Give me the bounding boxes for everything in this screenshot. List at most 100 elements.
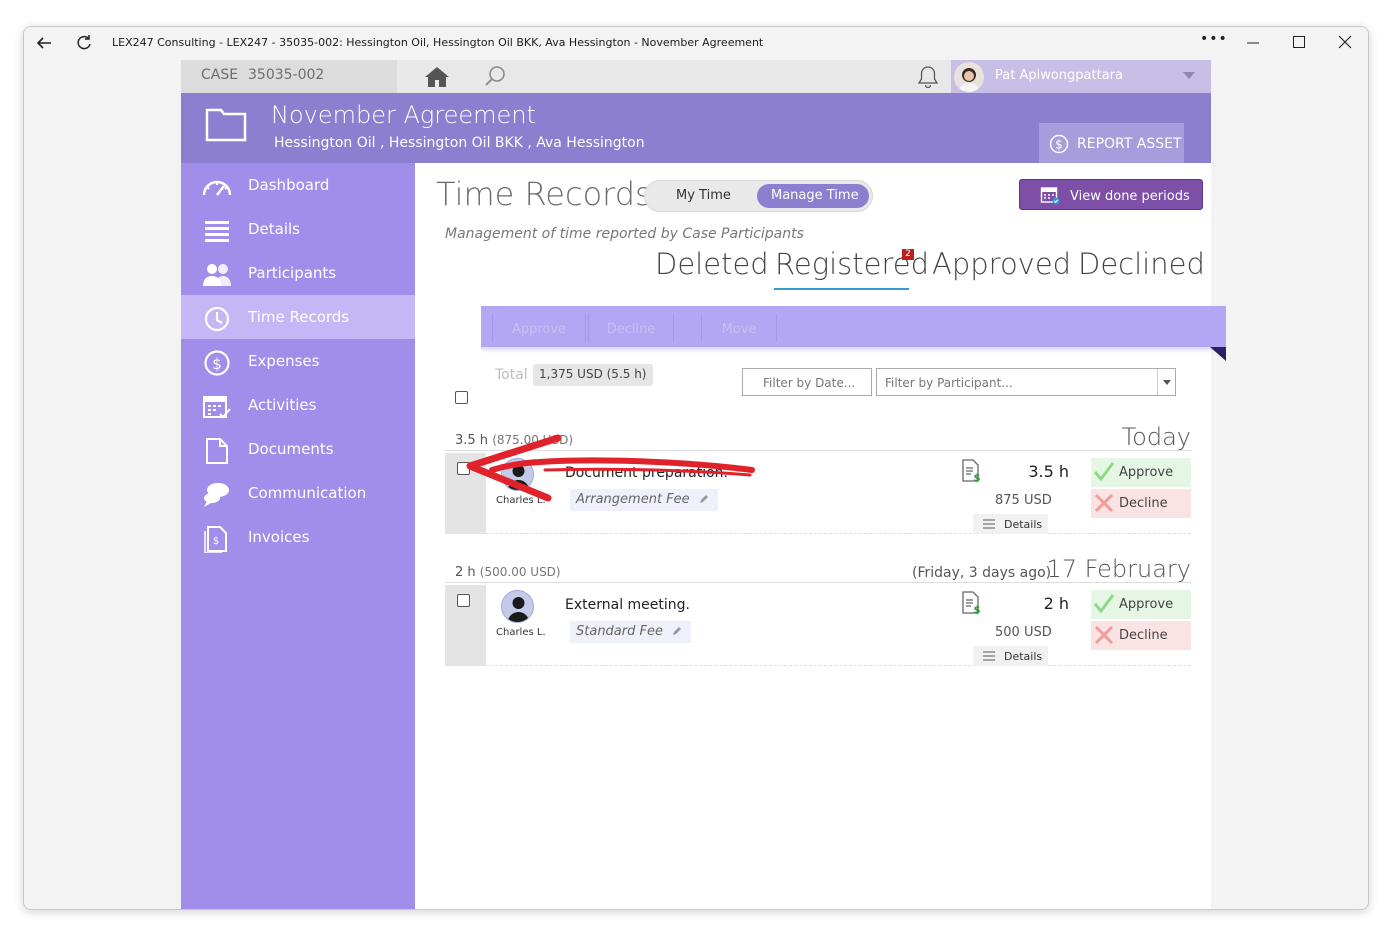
group-date: 17 February <box>1046 555 1191 583</box>
avatar <box>501 458 534 491</box>
search-icon[interactable] <box>483 64 507 88</box>
report-asset-label: REPORT ASSET <box>1077 136 1182 152</box>
filter-by-date-button[interactable]: Filter by Date... <box>742 368 872 396</box>
group-amount: (875.00 USD) <box>492 433 573 447</box>
record-amount: 500 USD <box>995 625 1052 640</box>
record-description[interactable]: Document preparation. <box>565 465 728 481</box>
case-indicator[interactable]: CASE 35035-002 <box>181 60 397 93</box>
view-done-periods-button[interactable]: View done periods <box>1019 179 1203 210</box>
bulk-approve-label: Approve <box>511 322 567 337</box>
refresh-icon[interactable] <box>74 33 94 53</box>
record-hours: 2 h <box>1043 594 1069 613</box>
svg-text:$: $ <box>974 605 981 615</box>
group-hours: 3.5 h (875.00 USD) <box>455 433 573 448</box>
sidebar-item-activities[interactable]: Activities <box>181 383 415 427</box>
people-icon <box>203 264 231 286</box>
decline-button[interactable]: Decline <box>1091 489 1191 518</box>
billable-document-icon: $ <box>962 459 981 483</box>
fee-type-tag[interactable]: Arrangement Fee <box>570 489 718 511</box>
user-name: Pat Apiwongpattara <box>995 68 1123 83</box>
corner-fold <box>1210 347 1226 361</box>
decline-label: Decline <box>1119 628 1168 643</box>
group-amount: (500.00 USD) <box>479 565 561 579</box>
filter-by-participant-select[interactable]: Filter by Participant... <box>876 368 1176 396</box>
minimize-icon[interactable] <box>1246 37 1260 49</box>
menu-lines-icon <box>983 651 995 661</box>
chat-bubble-icon <box>204 483 229 507</box>
pencil-icon <box>672 627 681 635</box>
tab-declined[interactable]: Declined <box>1078 247 1205 281</box>
sidebar-item-participants[interactable]: Participants <box>181 251 415 295</box>
checkmark-icon <box>1093 462 1115 482</box>
row-select-gutter <box>445 585 486 666</box>
chevron-down-icon <box>1163 380 1171 385</box>
bulk-action-bar: Approve Decline Move <box>481 306 1226 347</box>
sidebar-item-label: Dashboard <box>248 176 330 194</box>
record-description[interactable]: External meeting. <box>565 597 690 613</box>
details-button[interactable]: Details <box>973 514 1048 534</box>
record-user: Charles L. <box>496 495 546 506</box>
sidebar-item-expenses[interactable]: $ Expenses <box>181 339 415 383</box>
app-window: LEX247 Consulting - LEX247 - 35035-002: … <box>23 26 1369 910</box>
manage-time-label: Manage Time <box>771 188 859 203</box>
bulk-move-button[interactable]: Move <box>701 314 777 342</box>
case-clients: Hessington Oil , Hessington Oil BKK , Av… <box>274 135 645 151</box>
svg-text:$: $ <box>1055 138 1063 152</box>
home-icon[interactable] <box>424 65 450 89</box>
x-mark-icon <box>1094 625 1114 645</box>
manage-time-toggle[interactable]: Manage Time <box>757 184 869 208</box>
report-asset-button[interactable]: $ REPORT ASSET <box>1039 123 1184 163</box>
sidebar-item-label: Documents <box>248 440 334 458</box>
decline-label: Decline <box>1119 496 1168 511</box>
case-title: November Agreement <box>271 101 536 129</box>
svg-text:$: $ <box>212 355 222 373</box>
sidebar-item-dashboard[interactable]: Dashboard <box>181 163 415 207</box>
list-icon <box>205 221 229 242</box>
svg-text:$: $ <box>974 473 981 483</box>
my-time-toggle[interactable]: My Time <box>676 188 731 203</box>
sidebar-item-label: Participants <box>248 264 337 282</box>
sidebar-item-invoices[interactable]: $ Invoices <box>181 515 415 559</box>
approve-button[interactable]: Approve <box>1091 458 1191 487</box>
details-button[interactable]: Details <box>973 646 1048 666</box>
record-user: Charles L. <box>496 627 546 638</box>
close-icon[interactable] <box>1338 35 1352 49</box>
billable-document-icon: $ <box>962 591 981 615</box>
bulk-decline-button[interactable]: Decline <box>588 314 674 342</box>
sidebar-item-details[interactable]: Details <box>181 207 415 251</box>
approve-button[interactable]: Approve <box>1091 590 1191 619</box>
chevron-down-icon <box>1183 72 1195 79</box>
dropdown-toggle[interactable] <box>1157 369 1175 395</box>
dollar-circle-icon: $ <box>204 350 230 376</box>
select-all-checkbox[interactable] <box>455 391 468 404</box>
app-content: CASE 35035-002 Pat Apiwongpattara Novemb… <box>181 60 1226 909</box>
sidebar-item-documents[interactable]: Documents <box>181 427 415 471</box>
group-hours-value: 2 h <box>455 565 476 580</box>
folder-icon <box>205 108 247 142</box>
user-menu[interactable]: Pat Apiwongpattara <box>951 60 1211 93</box>
bell-icon[interactable] <box>916 64 940 90</box>
row-checkbox[interactable] <box>457 462 470 475</box>
active-tab-underline <box>774 288 909 290</box>
row-checkbox[interactable] <box>457 594 470 607</box>
fee-type-tag[interactable]: Standard Fee <box>570 621 691 643</box>
back-arrow-icon[interactable] <box>34 33 54 53</box>
invoice-icon: $ <box>204 526 227 553</box>
tab-approved[interactable]: Approved <box>932 247 1071 281</box>
approve-label: Approve <box>1119 597 1174 612</box>
bulk-approve-button[interactable]: Approve <box>492 314 586 342</box>
sidebar-item-time-records[interactable]: Time Records <box>181 295 415 339</box>
decline-button[interactable]: Decline <box>1091 621 1191 650</box>
sidebar-item-label: Details <box>248 220 301 238</box>
more-options-button[interactable]: ••• <box>1200 31 1228 47</box>
group-header: 3.5 h (875.00 USD) Today <box>445 423 1191 451</box>
sidebar-item-communication[interactable]: Communication <box>181 471 415 515</box>
title-bar: LEX247 Consulting - LEX247 - 35035-002: … <box>24 27 1368 59</box>
tab-deleted[interactable]: Deleted <box>655 247 769 281</box>
maximize-icon[interactable] <box>1292 35 1306 49</box>
sidebar-item-label: Communication <box>248 484 367 502</box>
record-hours: 3.5 h <box>1028 462 1069 481</box>
document-icon <box>206 438 228 464</box>
window-title: LEX247 Consulting - LEX247 - 35035-002: … <box>112 36 764 49</box>
sidebar-item-label: Time Records <box>248 308 350 326</box>
